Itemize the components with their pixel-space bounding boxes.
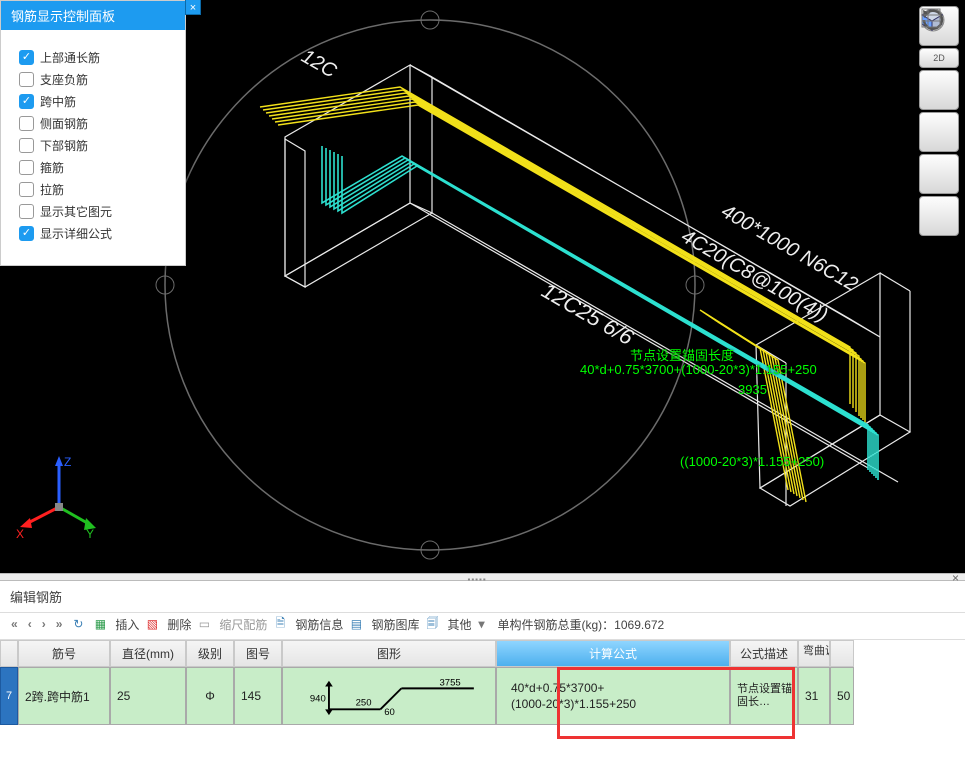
chk-row-4[interactable]: 下部钢筋 [19,137,167,154]
anno-node1c: 3935 [738,382,767,397]
cell-extra[interactable]: 50 [830,667,854,725]
view-props-button[interactable] [919,196,959,236]
chk-row-2[interactable]: 跨中筋 [19,93,167,110]
chk-row-6[interactable]: 拉筋 [19,181,167,198]
svg-text:250: 250 [356,698,372,709]
rebar-visibility-panel: 钢筋显示控制面板 × 上部通长筋支座负筋跨中筋侧面钢筋下部钢筋箍筋拉筋显示其它图… [0,0,186,266]
other-button[interactable]: 其他 [447,616,471,633]
rebar-info-button[interactable]: 钢筋信息 [295,616,343,633]
rebar-shape-icon: 940 250 60 3755 [287,674,491,718]
formula-line2: (1000-20*3)*1.155+250 [511,696,636,712]
checkbox-icon[interactable] [19,94,34,109]
chk-row-7[interactable]: 显示其它图元 [19,203,167,220]
chk-row-5[interactable]: 箍筋 [19,159,167,176]
svg-text:60: 60 [384,707,395,718]
col-shape[interactable]: 图形 [282,640,496,667]
other-icon: 🗐 [423,615,441,633]
svg-text:Y: Y [86,527,94,541]
cell-name[interactable]: 2跨.跨中筋1 [18,667,110,725]
col-formula[interactable]: 计算公式 [496,640,730,667]
pane-splitter[interactable]: ▪▪▪▪▪ × [0,573,965,581]
nav-prev-button[interactable]: ‹ [25,617,35,631]
info-icon: 🗎 [271,615,289,633]
library-icon: ▤ [347,615,365,633]
cell-shape[interactable]: 940 250 60 3755 [282,667,496,725]
chk-label: 拉筋 [40,181,64,198]
cell-bend[interactable]: 31 [798,667,830,725]
col-rownum [0,640,18,667]
insert-icon: ▦ [91,615,109,633]
svg-text:X: X [16,527,24,541]
checkbox-icon[interactable] [19,50,34,65]
checkbox-icon[interactable] [19,138,34,153]
col-extra[interactable] [830,640,854,667]
rebar-library-button[interactable]: 钢筋图库 [371,616,419,633]
checkbox-icon[interactable] [19,182,34,197]
checkbox-icon[interactable] [19,72,34,87]
chk-label: 支座负筋 [40,71,88,88]
chk-label: 上部通长筋 [40,49,100,66]
view-2d-button[interactable]: 2D [919,48,959,68]
anno-node2: ((1000-20*3)*1.155+250) [680,454,824,469]
view-cube-top-button[interactable] [919,70,959,110]
chk-label: 下部钢筋 [40,137,88,154]
weight-value: 1069.672 [614,618,664,632]
svg-text:400*1000 N6C12: 400*1000 N6C12 [718,200,862,296]
weight-label: 单构件钢筋总重(kg)： [498,618,615,632]
nav-last-button[interactable]: » [53,617,66,631]
col-name[interactable]: 筋号 [18,640,110,667]
other-dropdown-icon[interactable]: ▾ [475,617,487,631]
checkbox-icon[interactable] [19,226,34,241]
col-bend[interactable]: 弯曲调整 [798,640,830,667]
anno-node1b: 40*d+0.75*3700+(1000-20*3)*1.155+250 [580,362,817,377]
nav-next-button[interactable]: › [39,617,49,631]
nav-first-button[interactable]: « [8,617,21,631]
cell-formula[interactable]: 40*d+0.75*3700+ (1000-20*3)*1.155+250 [496,667,730,725]
chk-row-0[interactable]: 上部通长筋 [19,49,167,66]
chk-label: 显示详细公式 [40,225,112,242]
svg-text:12C: 12C [298,45,341,83]
chk-label: 箍筋 [40,159,64,176]
chk-row-1[interactable]: 支座负筋 [19,71,167,88]
rebar-toolbar: « ‹ › » ↻ ▦ 插入 ▧ 删除 ▭ 缩尺配筋 🗎 钢筋信息 ▤ 钢筋图库… [0,612,965,640]
insert-button[interactable]: 插入 [115,616,139,633]
row-number[interactable]: 7 [0,667,18,725]
cell-grade[interactable]: Φ [186,667,234,725]
axis-triad: Z X Y [14,452,104,542]
svg-text:Z: Z [64,455,71,469]
rebar-table: 筋号 直径(mm) 级别 图号 图形 计算公式 公式描述 弯曲调整 7 2跨.跨… [0,640,965,725]
rebar-edit-pane: 编辑钢筋 « ‹ › » ↻ ▦ 插入 ▧ 删除 ▭ 缩尺配筋 🗎 钢筋信息 ▤… [0,581,965,776]
col-grade[interactable]: 级别 [186,640,234,667]
scale-button[interactable]: 缩尺配筋 [219,616,267,633]
chk-label: 侧面钢筋 [40,115,88,132]
checkbox-icon[interactable] [19,204,34,219]
col-shape-no[interactable]: 图号 [234,640,282,667]
checkbox-icon[interactable] [19,116,34,131]
svg-text:940: 940 [310,694,326,705]
scale-icon: ▭ [195,615,213,633]
section-label-1: 12C25 6/6 [538,278,639,351]
view-nav: 2D [919,6,959,236]
delete-icon: ▧ [143,615,161,633]
checkbox-icon[interactable] [19,160,34,175]
formula-line1: 40*d+0.75*3700+ [511,680,636,696]
svg-text:3755: 3755 [440,678,461,689]
view-rotate-button[interactable] [919,154,959,194]
chk-label: 显示其它图元 [40,203,112,220]
delete-button[interactable]: 删除 [167,616,191,633]
chk-label: 跨中筋 [40,93,76,110]
chk-row-8[interactable]: 显示详细公式 [19,225,167,242]
cell-shape-no[interactable]: 145 [234,667,282,725]
col-desc[interactable]: 公式描述 [730,640,798,667]
panel-close-button[interactable]: × [185,0,201,15]
col-dia[interactable]: 直径(mm) [110,640,186,667]
cell-dia[interactable]: 25 [110,667,186,725]
panel-title: 钢筋显示控制面板 [1,1,185,30]
refresh-icon[interactable]: ↻ [69,615,87,633]
chk-row-3[interactable]: 侧面钢筋 [19,115,167,132]
cell-desc[interactable]: 节点设置锚固长… [730,667,798,725]
view-cube-iso-button[interactable] [919,112,959,152]
bottom-pane-title: 编辑钢筋 [0,581,965,612]
